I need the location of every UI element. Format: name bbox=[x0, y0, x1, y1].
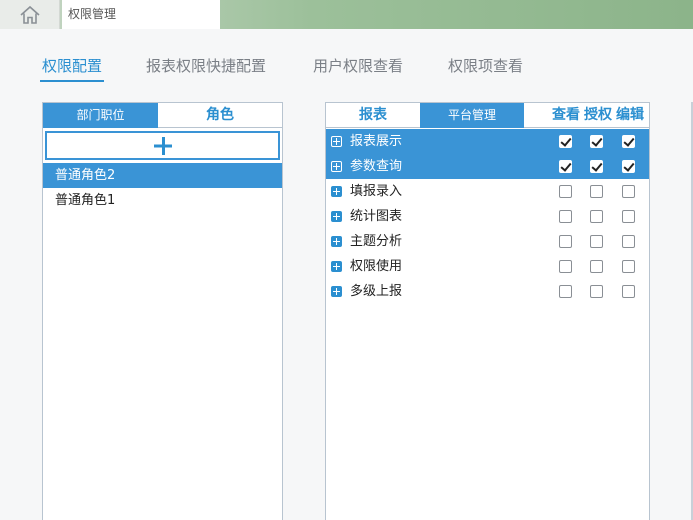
permission-label: 报表展示 bbox=[350, 134, 403, 149]
role-panel: 部门职位 角色 普通角色2 普通角色1 bbox=[42, 102, 283, 520]
grant-checkbox[interactable] bbox=[590, 135, 603, 148]
grant-checkbox[interactable] bbox=[590, 185, 603, 198]
permission-label: 参数查询 bbox=[350, 159, 403, 174]
add-role-button[interactable] bbox=[45, 131, 280, 160]
permission-panel: 报表 平台管理 查看 授权 编辑 报表展示 参数查询 填报录入 统计图表 主题分… bbox=[325, 102, 650, 520]
expand-icon[interactable] bbox=[331, 211, 342, 222]
permission-label: 权限使用 bbox=[350, 259, 403, 274]
edit-checkbox[interactable] bbox=[622, 185, 635, 198]
tab-role[interactable]: 角色 bbox=[158, 103, 282, 128]
grant-checkbox[interactable] bbox=[590, 160, 603, 173]
role-panel-tabs: 部门职位 角色 bbox=[43, 103, 282, 128]
view-checkbox[interactable] bbox=[559, 260, 572, 273]
expand-icon[interactable] bbox=[331, 261, 342, 272]
permission-row[interactable]: 主题分析 bbox=[326, 229, 649, 254]
permission-label: 填报录入 bbox=[350, 184, 403, 199]
tab-platform-management[interactable]: 平台管理 bbox=[420, 103, 524, 128]
tab-permission-management[interactable]: 权限管理 bbox=[62, 0, 220, 29]
home-button[interactable] bbox=[0, 0, 60, 29]
permission-row[interactable]: 统计图表 bbox=[326, 204, 649, 229]
view-checkbox[interactable] bbox=[559, 235, 572, 248]
view-checkbox[interactable] bbox=[559, 185, 572, 198]
permission-row[interactable]: 多级上报 bbox=[326, 279, 649, 304]
home-icon bbox=[19, 5, 40, 24]
permission-row[interactable]: 参数查询 bbox=[326, 154, 649, 179]
expand-icon[interactable] bbox=[331, 236, 342, 247]
permission-label: 主题分析 bbox=[350, 234, 403, 249]
edit-checkbox[interactable] bbox=[622, 235, 635, 248]
grant-checkbox[interactable] bbox=[590, 260, 603, 273]
edit-checkbox[interactable] bbox=[622, 285, 635, 298]
top-bar: 权限管理 bbox=[0, 0, 693, 29]
edit-checkbox[interactable] bbox=[622, 135, 635, 148]
role-item[interactable]: 普通角色1 bbox=[43, 188, 282, 213]
column-view: 查看 bbox=[552, 107, 580, 123]
grant-checkbox[interactable] bbox=[590, 210, 603, 223]
expand-icon[interactable] bbox=[331, 136, 342, 147]
plus-icon bbox=[153, 136, 172, 155]
permission-panel-header: 报表 平台管理 查看 授权 编辑 bbox=[326, 103, 649, 128]
edit-checkbox[interactable] bbox=[622, 160, 635, 173]
subtab-user-permission-view[interactable]: 用户权限查看 bbox=[313, 55, 403, 77]
view-checkbox[interactable] bbox=[559, 135, 572, 148]
edit-checkbox[interactable] bbox=[622, 210, 635, 223]
role-item[interactable]: 普通角色2 bbox=[43, 163, 282, 188]
edit-checkbox[interactable] bbox=[622, 260, 635, 273]
sub-tab-bar: 权限配置 报表权限快捷配置 用户权限查看 权限项查看 bbox=[0, 55, 693, 85]
subtab-report-quick-config[interactable]: 报表权限快捷配置 bbox=[146, 55, 266, 77]
tab-department-position[interactable]: 部门职位 bbox=[43, 103, 158, 128]
column-edit: 编辑 bbox=[616, 107, 644, 123]
permission-row[interactable]: 权限使用 bbox=[326, 254, 649, 279]
permission-label: 统计图表 bbox=[350, 209, 403, 224]
column-grant: 授权 bbox=[584, 107, 612, 123]
permission-label: 多级上报 bbox=[350, 284, 403, 299]
expand-icon[interactable] bbox=[331, 186, 342, 197]
permission-row[interactable]: 报表展示 bbox=[326, 129, 649, 154]
view-checkbox[interactable] bbox=[559, 285, 572, 298]
permission-row[interactable]: 填报录入 bbox=[326, 179, 649, 204]
expand-icon[interactable] bbox=[331, 286, 342, 297]
grant-checkbox[interactable] bbox=[590, 235, 603, 248]
grant-checkbox[interactable] bbox=[590, 285, 603, 298]
subtab-permission-config[interactable]: 权限配置 bbox=[39, 55, 105, 82]
expand-icon[interactable] bbox=[331, 161, 342, 172]
tab-report[interactable]: 报表 bbox=[326, 103, 420, 128]
view-checkbox[interactable] bbox=[559, 210, 572, 223]
view-checkbox[interactable] bbox=[559, 160, 572, 173]
subtab-permission-item-view[interactable]: 权限项查看 bbox=[448, 55, 523, 77]
